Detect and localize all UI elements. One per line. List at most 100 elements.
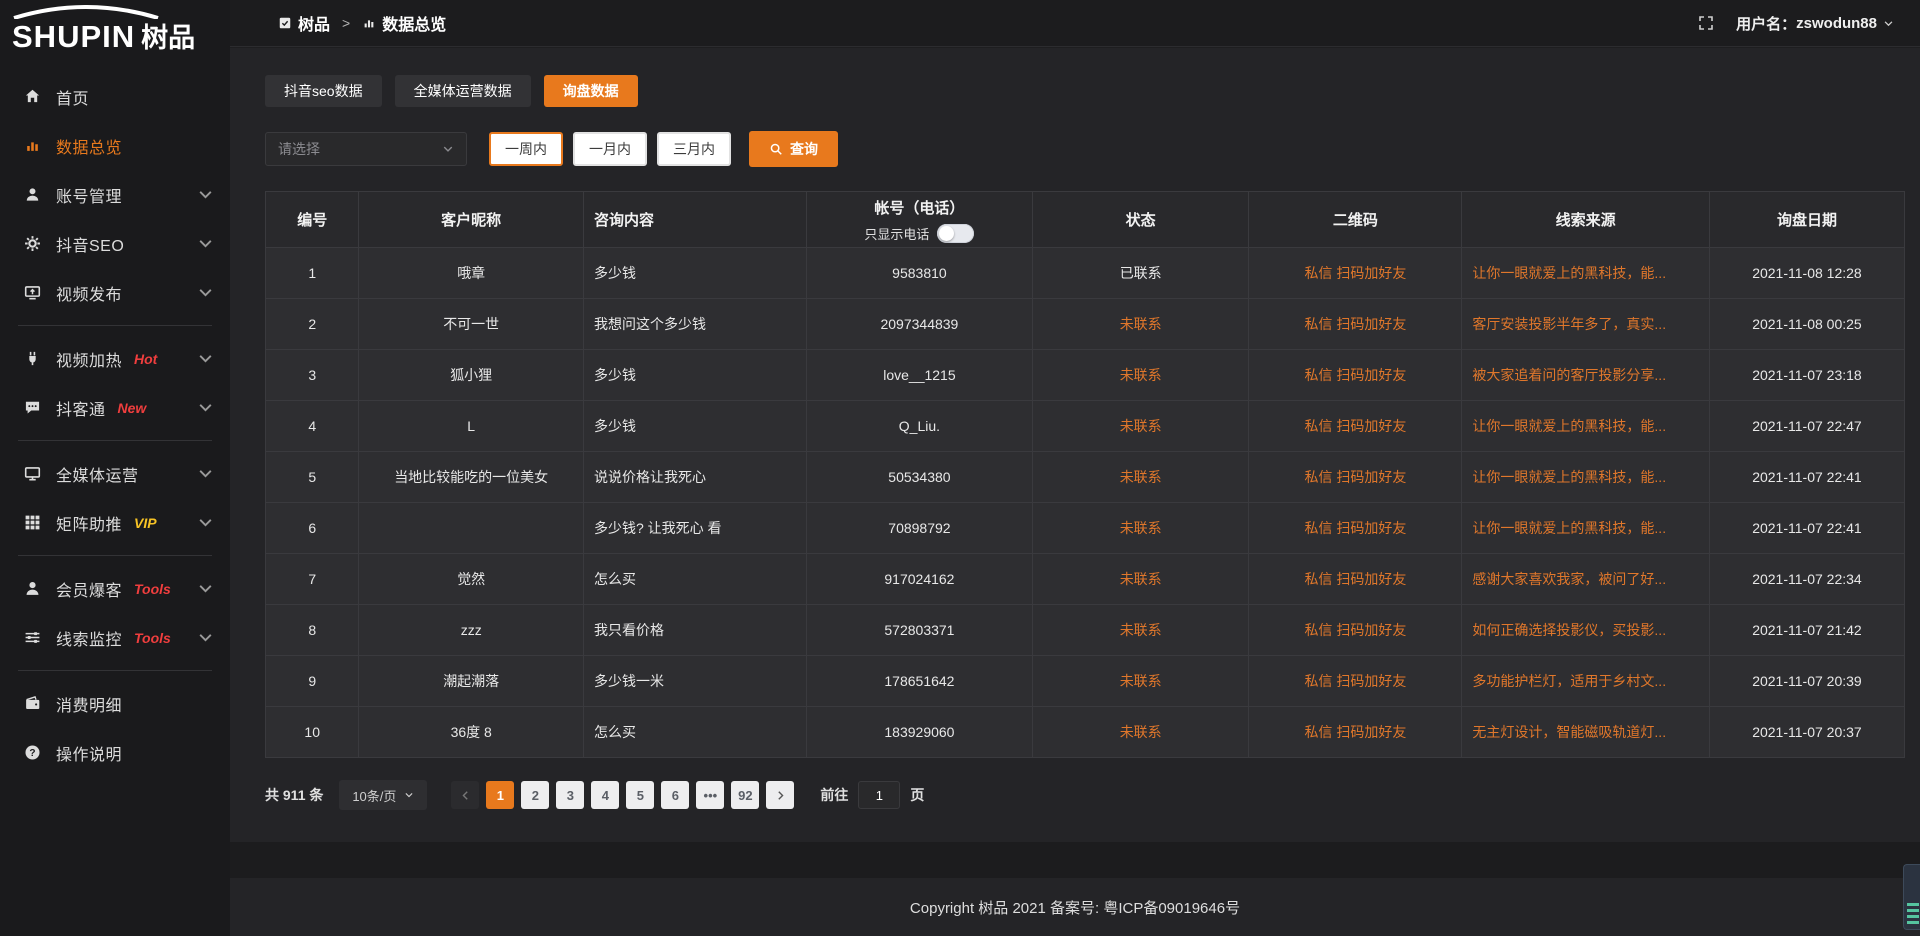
page-size-select[interactable]: 10条/页: [339, 780, 427, 810]
qr-action-link[interactable]: 私信 扫码加好友: [1249, 350, 1462, 401]
chevron-down-icon: [197, 186, 214, 203]
qr-action-link[interactable]: 私信 扫码加好友: [1249, 656, 1462, 707]
corner-widget[interactable]: [1903, 864, 1920, 930]
home-icon: [24, 88, 41, 105]
query-button[interactable]: 查询: [749, 131, 838, 167]
sidebar-item-7[interactable]: 抖客通New: [0, 383, 230, 432]
status-badge: 未联系: [1033, 605, 1249, 656]
page-button-1[interactable]: 1: [486, 781, 514, 809]
page-button-4[interactable]: 4: [591, 781, 619, 809]
page-button-92[interactable]: 92: [731, 781, 759, 809]
lead-source-link[interactable]: 多功能护栏灯，适用于乡村文...: [1462, 656, 1709, 707]
qr-action-link[interactable]: 私信 扫码加好友: [1249, 299, 1462, 350]
qr-action-link[interactable]: 私信 扫码加好友: [1249, 248, 1462, 299]
sidebar-item-11[interactable]: 线索监控Tools: [0, 613, 230, 662]
qr-action-link[interactable]: 私信 扫码加好友: [1249, 707, 1462, 758]
tab-1[interactable]: 抖音seo数据: [265, 75, 382, 107]
tab-3[interactable]: 询盘数据: [544, 75, 638, 107]
page-ellipsis[interactable]: •••: [696, 781, 724, 809]
prev-page-button[interactable]: [451, 781, 479, 809]
cell-content: 多少钱: [583, 401, 806, 452]
sidebar-item-6[interactable]: 视频加热Hot: [0, 334, 230, 383]
sidebar-item-8[interactable]: 全媒体运营: [0, 449, 230, 498]
chevron-down-icon: [404, 790, 414, 800]
cell-id: 4: [266, 401, 359, 452]
table-row: 5当地比较能吃的一位美女说说价格让我死心50534380未联系私信 扫码加好友让…: [266, 452, 1905, 503]
sidebar-item-12[interactable]: 消费明细: [0, 679, 230, 728]
next-page-button[interactable]: [766, 781, 794, 809]
sidebar-item-label: 矩阵助推: [56, 511, 122, 535]
page-button-6[interactable]: 6: [661, 781, 689, 809]
sidebar-item-4[interactable]: 抖音SEO: [0, 219, 230, 268]
cell-content: 我想问这个多少钱: [583, 299, 806, 350]
status-badge: 未联系: [1033, 350, 1249, 401]
sidebar-item-label: 抖音SEO: [56, 232, 124, 256]
lead-source-link[interactable]: 感谢大家喜欢我家，被问了好...: [1462, 554, 1709, 605]
qr-action-link[interactable]: 私信 扫码加好友: [1249, 401, 1462, 452]
cell-nickname: [359, 503, 584, 554]
sidebar-item-3[interactable]: 账号管理: [0, 170, 230, 219]
sidebar-item-label: 消费明细: [56, 692, 122, 716]
sidebar-item-badge: Hot: [134, 351, 157, 367]
cell-nickname: 当地比较能吃的一位美女: [359, 452, 584, 503]
username-label: 用户名：: [1736, 13, 1796, 34]
sidebar-item-2[interactable]: 数据总览: [0, 121, 230, 170]
footer: Copyright 树品 2021 备案号: 粤ICP备09019646号: [230, 878, 1920, 936]
col-source: 线索来源: [1462, 192, 1709, 248]
sidebar-item-label: 视频发布: [56, 281, 122, 305]
chevron-down-icon: [197, 514, 214, 531]
sidebar-item-9[interactable]: 矩阵助推VIP: [0, 498, 230, 547]
cell-account: 50534380: [806, 452, 1032, 503]
tab-2[interactable]: 全媒体运营数据: [395, 75, 531, 107]
lead-source-link[interactable]: 让你一眼就爱上的黑科技，能...: [1462, 248, 1709, 299]
cell-account: 9583810: [806, 248, 1032, 299]
lead-source-link[interactable]: 被大家追着问的客厅投影分享...: [1462, 350, 1709, 401]
logo-arc: [10, 5, 162, 19]
lead-source-link[interactable]: 无主灯设计，智能磁吸轨道灯...: [1462, 707, 1709, 758]
table-row: 7觉然怎么买917024162未联系私信 扫码加好友感谢大家喜欢我家，被问了好.…: [266, 554, 1905, 605]
range-button-3[interactable]: 三月内: [657, 132, 731, 166]
range-buttons: 一周内一月内三月内: [467, 132, 731, 166]
table-row: 8zzz我只看价格572803371未联系私信 扫码加好友如何正确选择投影仪，买…: [266, 605, 1905, 656]
username-value: zswodun88: [1796, 15, 1877, 32]
account-select[interactable]: 请选择: [265, 132, 467, 166]
sidebar-item-label: 操作说明: [56, 741, 122, 765]
lead-source-link[interactable]: 如何正确选择投影仪，买投影...: [1462, 605, 1709, 656]
filter-row: 请选择 一周内一月内三月内 查询: [265, 131, 1905, 167]
status-badge: 未联系: [1033, 656, 1249, 707]
range-button-2[interactable]: 一月内: [573, 132, 647, 166]
lead-source-link[interactable]: 客厅安装投影半年多了，真实...: [1462, 299, 1709, 350]
page-buttons: 123456•••92: [479, 781, 759, 809]
sidebar-item-5[interactable]: 视频发布: [0, 268, 230, 317]
breadcrumb: 树品 > 数据总览: [278, 11, 446, 35]
status-badge: 未联系: [1033, 299, 1249, 350]
range-button-1[interactable]: 一周内: [489, 132, 563, 166]
page-button-5[interactable]: 5: [626, 781, 654, 809]
sidebar-item-10[interactable]: 会员爆客Tools: [0, 564, 230, 613]
top-header: 树品 > 数据总览 用户名： zswodun88: [230, 0, 1920, 47]
col-nickname: 客户昵称: [359, 192, 584, 248]
page-button-2[interactable]: 2: [521, 781, 549, 809]
lead-source-link[interactable]: 让你一眼就爱上的黑科技，能...: [1462, 401, 1709, 452]
sidebar-item-label: 数据总览: [56, 134, 122, 158]
page-button-3[interactable]: 3: [556, 781, 584, 809]
table-row: 6多少钱? 让我死心 看70898792未联系私信 扫码加好友让你一眼就爱上的黑…: [266, 503, 1905, 554]
qr-action-link[interactable]: 私信 扫码加好友: [1249, 605, 1462, 656]
table-row: 3狐小狸多少钱love__1215未联系私信 扫码加好友被大家追着问的客厅投影分…: [266, 350, 1905, 401]
qr-action-link[interactable]: 私信 扫码加好友: [1249, 503, 1462, 554]
lead-source-link[interactable]: 让你一眼就爱上的黑科技，能...: [1462, 503, 1709, 554]
breadcrumb-root[interactable]: 树品: [298, 11, 330, 35]
user-menu[interactable]: 用户名： zswodun88: [1736, 13, 1894, 34]
sidebar-item-1[interactable]: 首页: [0, 72, 230, 121]
lead-source-link[interactable]: 让你一眼就爱上的黑科技，能...: [1462, 452, 1709, 503]
col-content: 咨询内容: [583, 192, 806, 248]
goto-page-input[interactable]: [858, 781, 900, 809]
qr-action-link[interactable]: 私信 扫码加好友: [1249, 452, 1462, 503]
cell-nickname: L: [359, 401, 584, 452]
qr-action-link[interactable]: 私信 扫码加好友: [1249, 554, 1462, 605]
fullscreen-icon[interactable]: [1698, 15, 1714, 31]
phone-only-toggle[interactable]: [937, 224, 974, 243]
sidebar-item-13[interactable]: ?操作说明: [0, 728, 230, 777]
cell-id: 1: [266, 248, 359, 299]
total-count: 共 911 条: [265, 785, 323, 805]
